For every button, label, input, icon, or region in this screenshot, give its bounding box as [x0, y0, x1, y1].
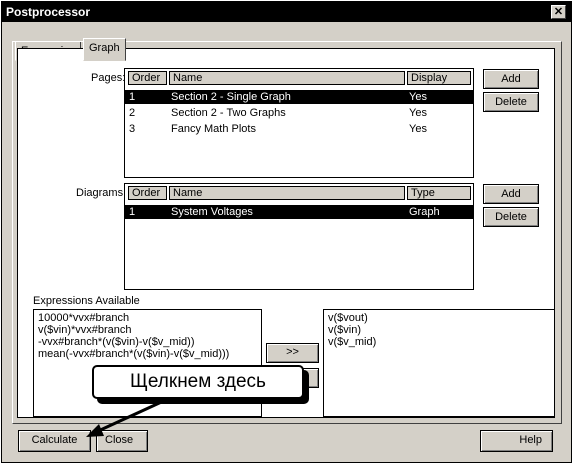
pages-delete-button[interactable]: Delete — [483, 92, 539, 112]
pages-row[interactable]: 1 Section 2 - Single Graph Yes — [125, 90, 473, 104]
callout-bubble: Щелкнем здесь — [92, 365, 304, 399]
tab-graph[interactable]: Graph — [83, 38, 126, 61]
pages-label: Pages: — [91, 72, 126, 84]
pages-row-order: 3 — [129, 123, 136, 135]
pages-col-display[interactable]: Display — [407, 71, 471, 85]
move-right-button[interactable]: >> — [266, 343, 319, 363]
pages-row-display: Yes — [409, 91, 427, 103]
calculate-button-label: Calculate — [31, 434, 78, 446]
close-icon[interactable]: ✕ — [551, 5, 566, 19]
expressions-selected-list[interactable]: v($vout) v($vin) v($v_mid) — [323, 309, 555, 417]
pages-row-name: Fancy Math Plots — [171, 123, 256, 135]
diagrams-delete-button[interactable]: Delete — [483, 207, 539, 227]
pages-row[interactable]: 3 Fancy Math Plots Yes — [125, 122, 473, 136]
expression-item[interactable]: 10000*vvx#branch — [38, 312, 257, 324]
selected-expression-item[interactable]: v($v_mid) — [328, 336, 550, 348]
pages-row-name: Section 2 - Single Graph — [171, 91, 291, 103]
diagrams-row-order: 1 — [129, 206, 136, 218]
title-bar: Postprocessor — [2, 2, 571, 22]
diagrams-col-order[interactable]: Order — [128, 186, 167, 200]
diagrams-col-name[interactable]: Name — [169, 186, 405, 200]
expression-item[interactable]: -vvx#branch*(v($vin)-v($v_mid)) — [38, 336, 257, 348]
pages-add-button[interactable]: Add — [483, 69, 539, 89]
window-title: Postprocessor — [6, 5, 91, 19]
pages-row-order: 2 — [129, 107, 136, 119]
diagrams-row-type: Graph — [409, 206, 440, 218]
diagrams-col-type[interactable]: Type — [407, 186, 471, 200]
tab-graph-label: Graph — [89, 42, 120, 54]
pages-row-name: Section 2 - Two Graphs — [171, 107, 286, 119]
expression-item[interactable]: v($vin)*vvx#branch — [38, 324, 257, 336]
diagrams-label: Diagrams: — [76, 187, 127, 199]
pages-list[interactable]: Order Name Display 1 Section 2 - Single … — [124, 68, 474, 178]
close-button-label: Close — [105, 434, 134, 446]
diagrams-list[interactable]: Order Name Type 1 System Voltages Graph — [124, 183, 474, 290]
selected-expression-item[interactable]: v($vin) — [328, 324, 550, 336]
close-button[interactable]: Close — [96, 430, 148, 452]
expressions-available-list[interactable]: 10000*vvx#branch v($vin)*vvx#branch -vvx… — [33, 309, 262, 417]
pages-row-order: 1 — [129, 91, 136, 103]
expressions-available-label: Expressions Available — [33, 295, 140, 307]
selected-expression-item[interactable]: v($vout) — [328, 312, 550, 324]
pages-col-order[interactable]: Order — [128, 71, 167, 85]
pages-row[interactable]: 2 Section 2 - Two Graphs Yes — [125, 106, 473, 120]
help-button-label: Help — [519, 434, 542, 446]
pages-col-name[interactable]: Name — [169, 71, 405, 85]
diagrams-row[interactable]: 1 System Voltages Graph — [125, 205, 473, 219]
pages-row-display: Yes — [409, 107, 427, 119]
diagrams-row-name: System Voltages — [171, 206, 253, 218]
diagrams-add-button[interactable]: Add — [483, 184, 539, 204]
expression-item[interactable]: mean(-vvx#branch*(v($vin)-v($v_mid))) — [38, 348, 257, 360]
pages-row-display: Yes — [409, 123, 427, 135]
help-button[interactable]: Help — [480, 430, 553, 452]
calculate-button[interactable]: Calculate — [18, 430, 91, 452]
